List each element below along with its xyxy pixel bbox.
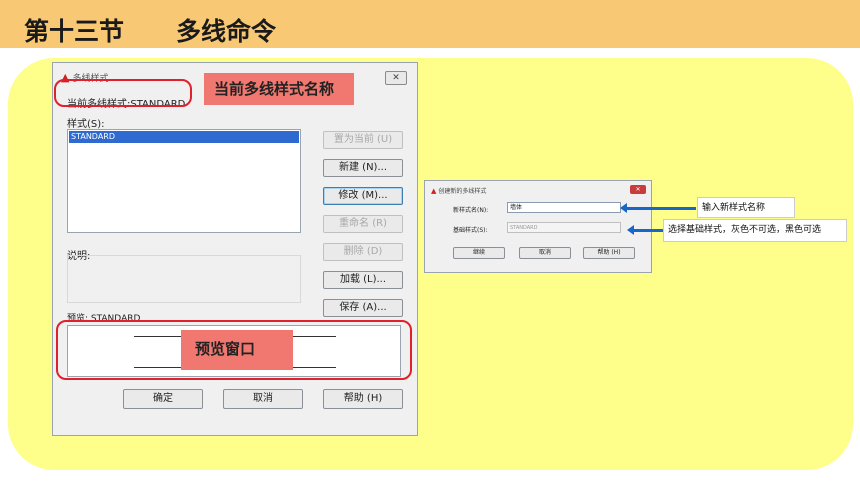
save-button[interactable]: 保存 (A)...: [323, 299, 403, 317]
new-name-hint: 输入新样式名称: [697, 197, 795, 218]
create-cancel-button[interactable]: 取消: [519, 247, 571, 259]
preview-window-callout: 预览窗口: [181, 330, 293, 370]
new-button[interactable]: 新建 (N)...: [323, 159, 403, 177]
help-button[interactable]: 帮助 (H): [323, 389, 403, 409]
new-name-label: 新样式名(N):: [453, 207, 489, 214]
description-box: [67, 255, 301, 303]
section-number: 第十三节: [24, 17, 125, 46]
styles-list[interactable]: STANDARD: [67, 129, 301, 233]
list-item[interactable]: STANDARD: [69, 131, 299, 143]
set-current-button[interactable]: 置为当前 (U): [323, 131, 403, 149]
cancel-button[interactable]: 取消: [223, 389, 303, 409]
styles-label: 样式(S):: [67, 119, 105, 130]
create-style-dialog: ▲ 创建新的多线样式 ✕ 新样式名(N): 墙体 基础样式(S): STANDAR…: [424, 180, 652, 273]
close-button[interactable]: ✕: [385, 71, 407, 85]
current-name-callout: 当前多线样式名称: [204, 73, 354, 105]
modify-button[interactable]: 修改 (M)...: [323, 187, 403, 205]
create-dialog-title-text: 创建新的多线样式: [438, 188, 487, 195]
arrow-left-icon: [627, 225, 663, 235]
base-style-select[interactable]: STANDARD: [507, 222, 621, 233]
continue-button[interactable]: 继续: [453, 247, 505, 259]
delete-button[interactable]: 删除 (D): [323, 243, 403, 261]
slide-title-bar: 第十三节 多线命令: [0, 0, 860, 48]
base-style-hint: 选择基础样式，灰色不可选，黑色可选: [663, 219, 847, 242]
arrow-left-icon: [620, 203, 696, 213]
rename-button[interactable]: 重命名 (R): [323, 215, 403, 233]
new-name-input[interactable]: 墙体: [507, 202, 621, 213]
base-style-label: 基础样式(S):: [453, 227, 488, 234]
create-help-button[interactable]: 帮助 (H): [583, 247, 635, 259]
ok-button[interactable]: 确定: [123, 389, 203, 409]
close-icon[interactable]: ✕: [630, 185, 646, 194]
slide-title: 多线命令: [176, 17, 277, 46]
autocad-logo-icon: ▲: [431, 187, 437, 195]
current-style-highlight: [54, 79, 192, 107]
create-dialog-title: ▲ 创建新的多线样式: [431, 186, 486, 195]
load-button[interactable]: 加载 (L)...: [323, 271, 403, 289]
